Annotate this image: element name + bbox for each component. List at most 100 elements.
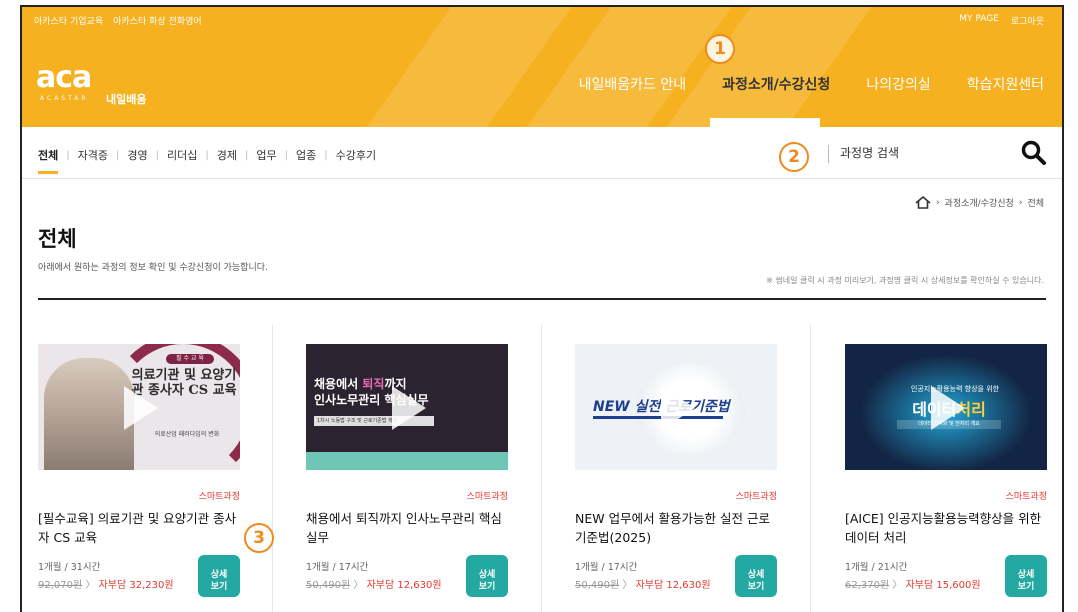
course-title[interactable]: [필수교육] 의료기관 및 요양기관 종사자 CS 교육 [38, 509, 238, 547]
course-thumbnail[interactable]: 채용에서 퇴직까지 인사노무관리 핵심실무 1차시 노동법 구조 및 근로기준법… [306, 344, 508, 470]
course-duration: 1개월 / 31시간 [38, 562, 101, 573]
category-separator: | [284, 149, 288, 161]
chevron-right-icon: › [935, 197, 940, 208]
category-work[interactable]: 업무 [256, 147, 276, 163]
category-separator: | [116, 149, 120, 161]
thumbnail-badge: 필 수 교 육 [166, 354, 214, 364]
original-price: 50,490원 [575, 580, 620, 591]
category-certificate[interactable]: 자격증 [78, 147, 108, 163]
category-economy[interactable]: 경제 [217, 147, 237, 163]
course-title[interactable]: NEW 업무에서 활용가능한 실전 근로기준법(2025) [575, 509, 775, 547]
card-divider [541, 325, 542, 612]
original-price: 92,070원 [38, 580, 83, 591]
thumbnail-band [306, 452, 508, 470]
category-separator: | [245, 149, 249, 161]
breadcrumb-courses[interactable]: 과정소개/수강신청 [945, 196, 1014, 209]
detail-button[interactable]: 상세 보기 [198, 555, 240, 597]
site-header: 아카스타 기업교육 아카스타 화상 전화영어 MY PAGE 로그아웃 aca … [22, 7, 1062, 127]
chevron-right-icon: 〉 [892, 580, 903, 591]
site-logo[interactable]: aca ACASTAR 내일배움 [36, 63, 156, 109]
top-link-corporate[interactable]: 아카스타 기업교육 [34, 14, 103, 27]
category-list: 전체 | 자격증 | 경영 | 리더십 | 경제 | 업무 | 업종 | 수강후… [38, 147, 376, 174]
course-price: 92,070원 〉 자부담 32,230원 [38, 576, 174, 591]
top-links: 아카스타 기업교육 아카스타 화상 전화영어 [34, 14, 202, 27]
search-divider [828, 145, 829, 163]
breadcrumb-current: 전체 [1027, 199, 1044, 209]
category-separator: | [205, 149, 209, 161]
home-icon[interactable] [915, 196, 931, 209]
category-management[interactable]: 경영 [127, 147, 147, 163]
category-separator: | [66, 149, 70, 161]
card-divider [272, 325, 273, 612]
course-search-input[interactable] [840, 142, 1010, 164]
play-icon [661, 386, 695, 430]
course-price: 62,370원 〉 자부담 15,600원 [845, 576, 981, 591]
nav-item-courses[interactable]: 과정소개/수강신청 [704, 75, 848, 95]
category-bar: 전체 | 자격증 | 경영 | 리더십 | 경제 | 업무 | 업종 | 수강후… [22, 127, 1062, 179]
search-icon [1021, 140, 1046, 165]
course-duration: 1개월 / 17시간 [575, 562, 638, 573]
self-pay-price: 자부담 12,630원 [635, 580, 711, 591]
logo-kr: 내일배움 [106, 93, 147, 106]
category-industry[interactable]: 업종 [296, 147, 316, 163]
course-type: 스마트과정 [198, 492, 240, 502]
logo-sub: ACASTAR [40, 95, 89, 102]
play-icon [931, 386, 965, 430]
page-frame: 아카스타 기업교육 아카스타 화상 전화영어 MY PAGE 로그아웃 aca … [20, 5, 1064, 612]
play-icon [124, 386, 158, 430]
course-card: 필 수 교 육 의료기관 및 요양기관 종사자 CS 교육 의료산업 패러다임의… [22, 325, 290, 612]
detail-button[interactable]: 상세 보기 [1005, 555, 1047, 597]
main-nav: 내일배움카드 안내 과정소개/수강신청 나의강의실 학습지원센터 [561, 75, 1062, 95]
self-pay-price: 자부담 15,600원 [905, 580, 981, 591]
thumbnail-headline-b: 퇴직 [362, 377, 385, 391]
logo-main: aca [36, 60, 92, 95]
page-description: 아래에서 원하는 과정의 정보 확인 및 수강신청이 가능합니다. [38, 263, 268, 273]
course-price: 50,490원 〉 자부담 12,630원 [306, 576, 442, 591]
chevron-right-icon: 〉 [622, 580, 633, 591]
course-title[interactable]: 채용에서 퇴직까지 인사노무관리 핵심실무 [306, 509, 506, 547]
course-duration: 1개월 / 21시간 [845, 562, 908, 573]
page-note: ※ 썸네일 클릭 시 과정 미리보기, 과정명 클릭 시 상세정보를 확인하실 … [766, 276, 1044, 285]
chevron-right-icon: › [1018, 197, 1023, 208]
course-card: 채용에서 퇴직까지 인사노무관리 핵심실무 1차시 노동법 구조 및 근로기준법… [290, 325, 558, 612]
course-type: 스마트과정 [1005, 492, 1047, 502]
title-divider [38, 298, 1046, 300]
course-duration: 1개월 / 17시간 [306, 562, 369, 573]
course-thumbnail[interactable]: 필 수 교 육 의료기관 및 요양기관 종사자 CS 교육 의료산업 패러다임의… [38, 344, 240, 470]
logout-link[interactable]: 로그아웃 [1011, 14, 1044, 27]
nav-item-my-classroom[interactable]: 나의강의실 [848, 75, 948, 95]
mypage-link[interactable]: MY PAGE [959, 14, 999, 27]
course-type: 스마트과정 [735, 492, 777, 502]
detail-button[interactable]: 상세 보기 [735, 555, 777, 597]
top-link-phone-english[interactable]: 아카스타 화상 전화영어 [113, 14, 202, 27]
original-price: 62,370원 [845, 580, 890, 591]
self-pay-price: 자부담 12,630원 [366, 580, 442, 591]
chevron-right-icon: 〉 [353, 580, 364, 591]
category-all[interactable]: 전체 [38, 147, 59, 174]
page-title: 전체 [38, 227, 77, 251]
course-title[interactable]: [AICE] 인공지능활용능력향상을 위한 데이터 처리 [845, 509, 1045, 547]
course-type: 스마트과정 [466, 492, 508, 502]
category-separator: | [155, 149, 159, 161]
chevron-right-icon: 〉 [85, 580, 96, 591]
course-list: 필 수 교 육 의료기관 및 요양기관 종사자 CS 교육 의료산업 패러다임의… [22, 325, 1062, 612]
detail-button[interactable]: 상세 보기 [466, 555, 508, 597]
course-price: 50,490원 〉 자부담 12,630원 [575, 576, 711, 591]
nav-item-support[interactable]: 학습지원센터 [949, 75, 1062, 95]
thumbnail-subtitle: 의료산업 패러다임의 변화 [154, 431, 220, 438]
search-button[interactable] [1020, 139, 1048, 167]
category-reviews[interactable]: 수강후기 [336, 147, 376, 163]
annotation-marker: 1 [705, 34, 735, 64]
nav-item-card-guide[interactable]: 내일배움카드 안내 [561, 75, 705, 95]
category-separator: | [324, 149, 328, 161]
course-thumbnail[interactable]: 인공지능활용능력 향상을 위한 데이터처리 데이터 시각화 및 전처리 개요 [845, 344, 1047, 470]
breadcrumb: › 과정소개/수강신청 › 전체 [915, 196, 1044, 209]
category-leadership[interactable]: 리더십 [167, 147, 197, 163]
course-thumbnail[interactable]: NEW 실전 근로기준법 [575, 344, 777, 470]
play-icon [392, 386, 426, 430]
thumbnail-headline-a: 채용에서 [314, 377, 363, 391]
annotation-marker: 2 [779, 142, 809, 172]
active-nav-indicator [710, 118, 820, 127]
annotation-marker: 3 [244, 523, 274, 553]
card-divider [810, 325, 811, 612]
